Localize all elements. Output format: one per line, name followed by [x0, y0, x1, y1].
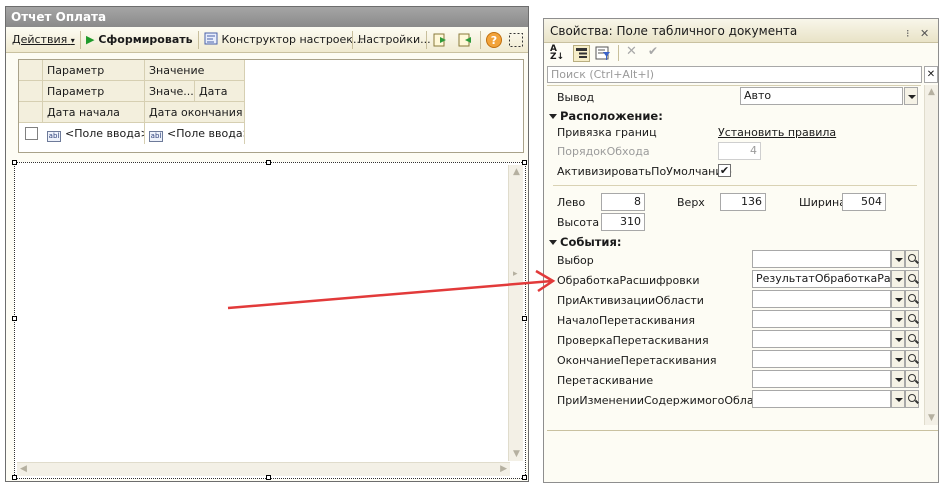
annotation-arrow-line [227, 279, 553, 310]
annotation-arrow [227, 269, 556, 310]
